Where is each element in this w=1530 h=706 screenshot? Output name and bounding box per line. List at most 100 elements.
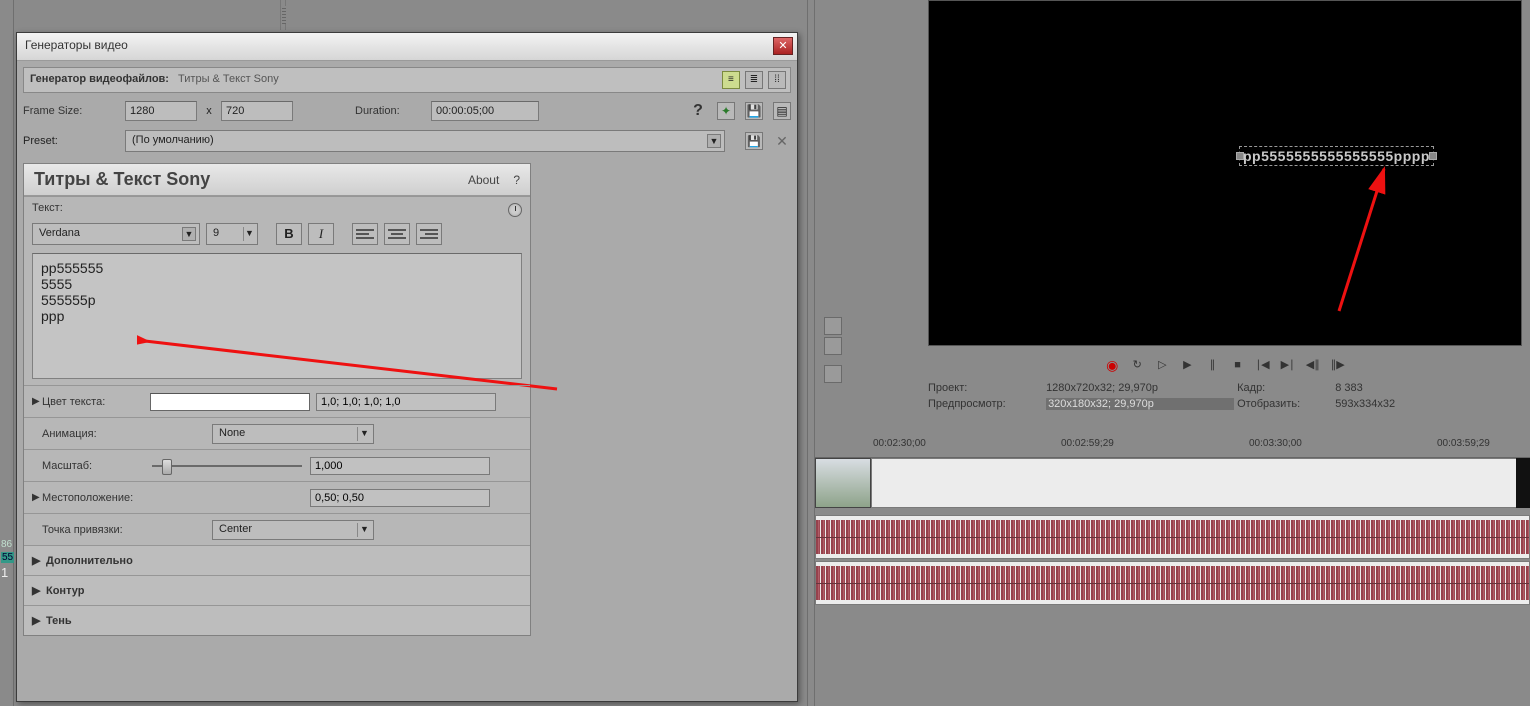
delete-preset-button[interactable]: ✕ [773, 132, 791, 150]
preview-side-toolbar [820, 315, 860, 385]
play-start-button[interactable]: ▷ [1153, 357, 1171, 373]
settings-button[interactable]: ▤ [773, 102, 791, 120]
display-value: 593x334x32 [1335, 398, 1523, 410]
audio-track-clip[interactable] [815, 515, 1530, 559]
previewres-value[interactable]: 320x180x32; 29,970p [1046, 398, 1234, 410]
align-left-button[interactable] [352, 223, 378, 245]
previewres-label: Предпросмотр: [928, 398, 1043, 410]
scale-value-input[interactable] [310, 457, 490, 475]
expand-icon[interactable]: ▶ [32, 492, 42, 503]
audio-track-clip[interactable] [815, 561, 1530, 605]
pause-button[interactable]: ∥ [1203, 357, 1221, 373]
help-button[interactable]: ? [689, 102, 707, 120]
dialog-title: Генераторы видео [25, 38, 128, 52]
color-swatch[interactable] [150, 393, 310, 411]
bold-button[interactable]: B [276, 223, 302, 245]
pane-splitter[interactable] [280, 0, 286, 30]
stop-button[interactable]: ■ [1229, 357, 1247, 373]
loop-button[interactable]: ↻ [1128, 357, 1146, 373]
project-label: Проект: [928, 382, 1043, 394]
chevron-down-icon: ▼ [182, 227, 196, 241]
animation-value: None [219, 427, 245, 439]
help-link[interactable]: ? [513, 173, 520, 187]
view-mode-button[interactable]: ⁞⁞ [768, 71, 786, 89]
clip-thumbnail[interactable] [815, 458, 871, 508]
video-generators-dialog: Генераторы видео ✕ Генератор видеофайлов… [16, 32, 798, 702]
font-family-value: Verdana [39, 227, 80, 239]
text-color-label: Цвет текста: [42, 396, 150, 408]
x-label: x [203, 105, 215, 117]
animation-label: Анимация: [42, 428, 212, 440]
position-value-input[interactable] [310, 489, 490, 507]
go-start-button[interactable]: ∣◀ [1254, 357, 1272, 373]
video-preview[interactable]: pp5555555555555555pppp [928, 0, 1522, 346]
tool-icon[interactable] [824, 337, 842, 355]
font-family-dropdown[interactable]: Verdana ▼ [32, 223, 200, 245]
annotation-arrow-icon [1329, 161, 1449, 341]
text-section-header: Текст: [24, 196, 530, 219]
close-button[interactable]: ✕ [773, 37, 793, 55]
pane-splitter[interactable] [807, 0, 815, 706]
align-center-button[interactable] [384, 223, 410, 245]
align-right-button[interactable] [416, 223, 442, 245]
preset-label: Preset: [23, 135, 119, 147]
font-size-dropdown[interactable]: 9 ▼ [206, 223, 258, 245]
animation-dropdown[interactable]: None ▼ [212, 424, 374, 444]
anchor-value: Center [219, 523, 252, 535]
preset-dropdown[interactable]: (По умолчанию) ▼ [125, 130, 725, 152]
prev-frame-button[interactable]: ◀∥ [1304, 357, 1322, 373]
frame-width-input[interactable] [125, 101, 197, 121]
ruler-tick: 00:02:59;29 [1061, 438, 1114, 449]
expand-icon: ▶ [32, 554, 46, 567]
video-clip-tail[interactable] [1516, 458, 1530, 508]
waveform-icon [816, 520, 1529, 554]
panel-header: Титры & Текст Sony About ? [24, 164, 530, 196]
scale-slider[interactable] [152, 458, 302, 474]
ruler-tick: 00:03:59;29 [1437, 438, 1490, 449]
italic-button[interactable]: I [308, 223, 334, 245]
animate-icon[interactable] [508, 203, 522, 217]
apply-button[interactable]: ✦ [717, 102, 735, 120]
view-mode-button[interactable]: ≡ [722, 71, 740, 89]
text-input-area[interactable]: pp555555 5555 555555p ppp [32, 253, 522, 379]
preset-row: Preset: (По умолчанию) ▼ 💾 ✕ [23, 129, 791, 153]
frame-height-input[interactable] [221, 101, 293, 121]
animation-row: Анимация: None ▼ [24, 417, 530, 449]
project-value: 1280x720x32; 29,970p [1046, 382, 1234, 394]
position-label: Местоположение: [42, 492, 310, 504]
go-end-button[interactable]: ▶∣ [1279, 357, 1297, 373]
frame-size-label: Frame Size: [23, 105, 119, 117]
more-section[interactable]: ▶ Дополнительно [24, 545, 530, 575]
play-button[interactable]: ▶ [1178, 357, 1196, 373]
text-color-value-input[interactable] [316, 393, 496, 411]
tool-icon[interactable] [824, 317, 842, 335]
video-track-clip[interactable] [871, 458, 1530, 508]
titles-text-panel: Титры & Текст Sony About ? Текст: Verdan… [23, 163, 531, 636]
font-size-value: 9 [213, 227, 219, 239]
scale-label: Масштаб: [42, 460, 152, 472]
save-icon[interactable] [824, 365, 842, 383]
dialog-titlebar[interactable]: Генераторы видео ✕ [17, 33, 797, 61]
outline-section[interactable]: ▶ Контур [24, 575, 530, 605]
about-link[interactable]: About [468, 173, 499, 187]
chevron-down-icon: ▼ [357, 523, 371, 537]
next-frame-button[interactable]: ∥▶ [1329, 357, 1347, 373]
save-preset-button[interactable]: 💾 [745, 102, 763, 120]
generator-name: Титры & Текст Sony [178, 73, 279, 85]
record-button[interactable]: ◉ [1103, 357, 1121, 373]
shadow-section[interactable]: ▶ Тень [24, 605, 530, 635]
expand-icon[interactable]: ▶ [32, 396, 42, 407]
preset-value: (По умолчанию) [132, 134, 214, 146]
more-label: Дополнительно [46, 555, 133, 567]
anchor-dropdown[interactable]: Center ▼ [212, 520, 374, 540]
text-label: Текст: [32, 202, 63, 214]
save-preset-button[interactable]: 💾 [745, 132, 763, 150]
ruler-tick: 00:03:30;00 [1249, 438, 1302, 449]
left-gutter: 86 55 1 [0, 0, 14, 706]
ruler-tick: 00:02:30;00 [873, 438, 926, 449]
view-mode-button[interactable]: ≣ [745, 71, 763, 89]
anchor-row: Точка привязки: Center ▼ [24, 513, 530, 545]
duration-input[interactable] [431, 101, 539, 121]
timeline: 00:02:30;00 00:02:59;29 00:03:30;00 00:0… [815, 430, 1530, 706]
timeline-ruler[interactable]: 00:02:30;00 00:02:59;29 00:03:30;00 00:0… [815, 430, 1530, 458]
